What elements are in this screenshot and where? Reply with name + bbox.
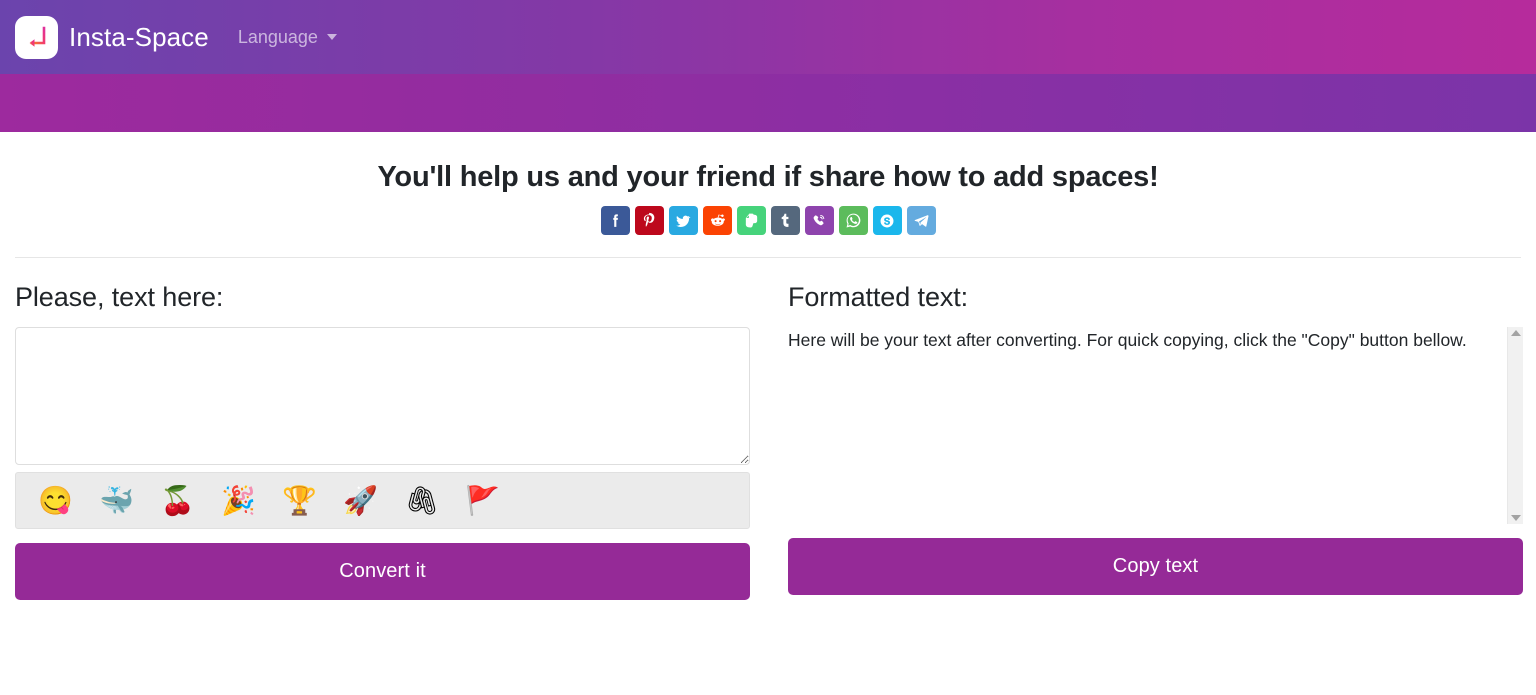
share-button-tumblr[interactable] xyxy=(770,206,800,235)
input-panel: Please, text here: 😋 🐳 🍒 🎉 🏆 🚀 🖇 🚩 Conve… xyxy=(15,258,750,600)
whatsapp-icon xyxy=(846,213,860,228)
whale-emoji[interactable]: 🐳 xyxy=(99,486,134,515)
share-button-reddit[interactable] xyxy=(702,206,732,235)
linked-paperclips-emoji[interactable]: 🖇 xyxy=(404,486,440,515)
brand-home-link[interactable]: Insta-Space xyxy=(15,15,209,59)
triangular-flag-emoji[interactable]: 🚩 xyxy=(465,486,500,515)
viber-icon xyxy=(813,214,825,225)
language-dropdown[interactable]: Language xyxy=(238,27,337,48)
facebook-icon xyxy=(612,214,618,227)
emoji-toolbar: 😋 🐳 🍒 🎉 🏆 🚀 🖇 🚩 xyxy=(15,472,750,529)
trophy-emoji[interactable]: 🏆 xyxy=(282,486,317,515)
language-dropdown-label: Language xyxy=(237,26,318,47)
share-button-viber[interactable] xyxy=(804,206,834,235)
brand-name: Insta-Space xyxy=(69,21,209,52)
cherries-emoji[interactable]: 🍒 xyxy=(160,486,195,515)
social-share-button-row xyxy=(0,206,1536,235)
output-scrollbar[interactable] xyxy=(1507,327,1523,524)
twitter-icon xyxy=(676,215,691,227)
party-popper-emoji[interactable]: 🎉 xyxy=(221,486,256,515)
face-savoring-food-emoji[interactable]: 😋 xyxy=(38,486,73,515)
share-button-twitter[interactable] xyxy=(668,206,698,235)
rocket-emoji[interactable]: 🚀 xyxy=(343,486,378,515)
share-section: You'll help us and your friend if share … xyxy=(0,132,1536,235)
chevron-down-icon xyxy=(326,34,337,40)
main-content: Please, text here: 😋 🐳 🍒 🎉 🏆 🚀 🖇 🚩 Conve… xyxy=(0,258,1536,600)
share-button-pinterest[interactable] xyxy=(634,206,664,235)
telegram-icon xyxy=(914,215,928,227)
scroll-up-arrow-icon[interactable] xyxy=(1510,330,1521,336)
pinterest-icon xyxy=(643,212,655,227)
evernote-icon xyxy=(745,213,757,228)
input-panel-title: Please, text here: xyxy=(15,282,224,312)
formatted-text-output[interactable]: Here will be your text after converting.… xyxy=(788,327,1523,524)
share-button-whatsapp[interactable] xyxy=(838,206,868,235)
scroll-down-arrow-icon[interactable] xyxy=(1510,515,1521,521)
share-button-skype[interactable] xyxy=(872,206,902,235)
share-button-evernote[interactable] xyxy=(736,206,766,235)
output-panel-title: Formatted text: xyxy=(788,282,969,312)
share-headline: You'll help us and your friend if share … xyxy=(377,161,1159,193)
insta-space-return-arrow-logo-icon xyxy=(15,15,58,59)
share-button-facebook[interactable] xyxy=(600,206,630,235)
convert-button[interactable]: Convert it xyxy=(15,543,750,600)
tumblr-icon xyxy=(781,213,788,227)
output-placeholder-text: Here will be your text after converting.… xyxy=(788,330,1467,350)
skype-icon xyxy=(880,214,894,227)
top-navbar: Insta-Space Language xyxy=(0,0,1536,74)
source-text-input[interactable] xyxy=(15,327,750,465)
copy-text-button[interactable]: Copy text xyxy=(788,538,1523,595)
share-button-telegram[interactable] xyxy=(906,206,936,235)
reddit-icon xyxy=(710,214,725,226)
secondary-gradient-bar xyxy=(0,74,1536,132)
output-panel: Formatted text: Here will be your text a… xyxy=(788,258,1523,600)
